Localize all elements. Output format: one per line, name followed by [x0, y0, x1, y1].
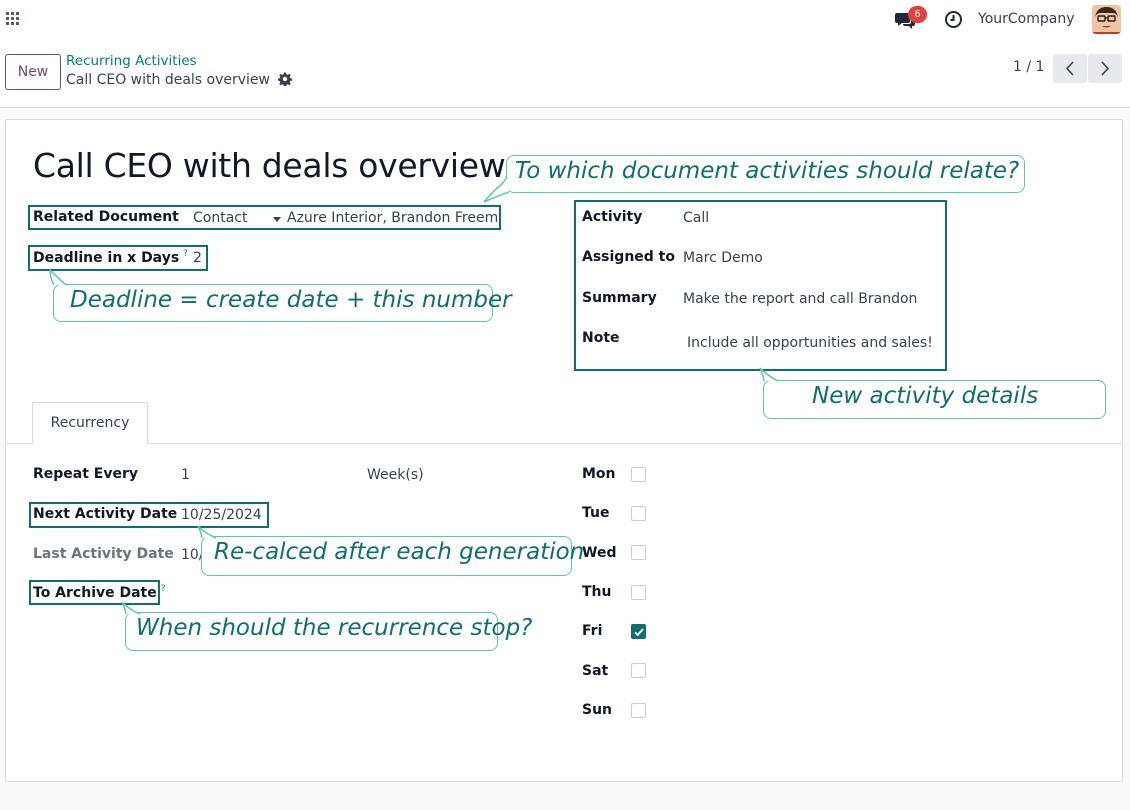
day-label-mon: Mon [582, 466, 616, 482]
assigned-to-field[interactable]: Marc Demo [683, 250, 763, 266]
summary-field[interactable]: Make the report and call Brandon [683, 291, 917, 307]
tab-divider [6, 443, 1122, 444]
day-checkbox-sun[interactable] [631, 703, 646, 718]
callout-tail [483, 176, 510, 203]
record-title[interactable]: Call CEO with deals overview [33, 146, 506, 185]
related-model-value: Contact [193, 210, 248, 226]
note-label: Note [582, 330, 620, 346]
callout-archive-stop: When should the recurrence stop? [125, 612, 532, 651]
apps-grid-icon[interactable] [6, 12, 20, 26]
user-avatar[interactable] [1092, 5, 1121, 34]
activity-label: Activity [582, 209, 643, 225]
breadcrumb-current: Call CEO with deals overview [66, 72, 293, 88]
control-panel: New Recurring Activities Call CEO with d… [0, 40, 1130, 108]
top-navbar: 6 YourCompany [0, 0, 1130, 40]
pager-next-button[interactable] [1088, 54, 1122, 83]
deadline-input[interactable]: 2 [193, 250, 202, 266]
day-label-tue: Tue [582, 505, 610, 521]
activity-type-field[interactable]: Call [683, 210, 709, 226]
chevron-left-icon [1065, 61, 1074, 76]
repeat-interval-input[interactable]: 1 [181, 467, 190, 483]
callout-related-document: To which document activities should rela… [506, 155, 1025, 193]
callout-tail [759, 367, 779, 382]
note-field[interactable]: Include all opportunities and sales! [687, 335, 933, 351]
callout-tail [121, 601, 141, 615]
checkmark-icon [634, 628, 644, 637]
deadline-help-icon[interactable]: ? [183, 249, 188, 259]
callout-activity-details: New activity details [763, 380, 1106, 419]
clock-icon[interactable] [944, 10, 963, 29]
day-label-wed: Wed [582, 545, 617, 561]
deadline-label: Deadline in x Days? [33, 249, 188, 266]
day-checkbox-wed[interactable] [631, 545, 646, 560]
summary-label: Summary [582, 290, 657, 306]
deadline-label-text: Deadline in x Days [33, 250, 180, 266]
chevron-right-icon [1101, 61, 1110, 76]
message-count-badge: 6 [908, 6, 927, 23]
next-activity-date-input[interactable]: 10/25/2024 [181, 507, 262, 523]
day-checkbox-tue[interactable] [631, 506, 646, 521]
day-checkbox-mon[interactable] [631, 467, 646, 482]
assigned-to-label: Assigned to [582, 249, 675, 265]
callout-tail [197, 525, 217, 539]
new-button[interactable]: New [5, 54, 61, 90]
archive-help-icon[interactable]: ? [161, 584, 166, 594]
last-activity-date-label: Last Activity Date [33, 546, 174, 562]
related-record-field[interactable]: Azure Interior, Brandon Freem [287, 210, 497, 226]
tab-recurrency[interactable]: Recurrency [32, 402, 148, 444]
day-label-sat: Sat [582, 663, 609, 679]
callout-recalc: Re-calced after each generation [201, 536, 584, 576]
next-activity-date-label: Next Activity Date [33, 506, 178, 522]
repeat-unit-select[interactable]: Week(s) [367, 467, 424, 483]
breadcrumb-current-label: Call CEO with deals overview [66, 72, 270, 88]
day-checkbox-thu[interactable] [631, 585, 646, 600]
day-label-sun: Sun [582, 702, 613, 718]
breadcrumb-parent-link[interactable]: Recurring Activities [66, 53, 197, 69]
callout-deadline: Deadline = create date + this number [53, 284, 512, 322]
day-label-fri: Fri [582, 623, 603, 639]
related-model-select[interactable]: Contact [193, 210, 247, 226]
related-document-label: Related Document [33, 209, 179, 225]
gear-icon[interactable] [278, 72, 293, 86]
callout-tail [49, 268, 67, 286]
day-label-thu: Thu [582, 584, 612, 600]
company-switcher[interactable]: YourCompany [978, 11, 1075, 27]
day-checkbox-sat[interactable] [631, 663, 646, 678]
dropdown-caret-icon[interactable] [273, 217, 281, 222]
pager-previous-button[interactable] [1053, 54, 1087, 83]
pager-value[interactable]: 1 / 1 [1013, 59, 1044, 75]
repeat-every-label: Repeat Every [33, 466, 139, 482]
day-checkbox-fri[interactable] [631, 624, 646, 639]
